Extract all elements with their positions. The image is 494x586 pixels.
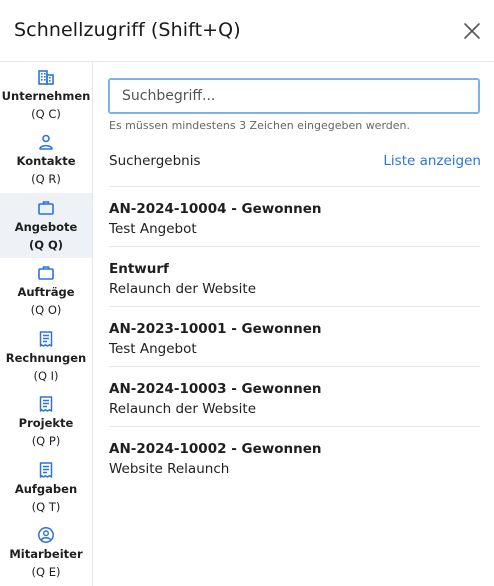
main-panel: Es müssen mindestens 3 Zeichen eingegebe… bbox=[93, 62, 494, 586]
sidebar: Unternehmen (Q C) Kontakte (Q R) Angebot… bbox=[0, 62, 93, 586]
receipt-icon bbox=[39, 331, 53, 347]
sidebar-item-shortcut: (Q Q) bbox=[28, 238, 64, 252]
result-item[interactable]: AN-2024-10003 - Gewonnen Relaunch der We… bbox=[109, 367, 480, 427]
briefcase-icon bbox=[38, 201, 54, 215]
sidebar-item-label: Mitarbeiter bbox=[9, 547, 83, 561]
results-heading: Suchergebnis bbox=[109, 153, 201, 169]
result-subtitle: Website Relaunch bbox=[109, 461, 230, 477]
sidebar-item-shortcut: (Q P) bbox=[31, 434, 61, 448]
sidebar-item-label: Rechnungen bbox=[5, 351, 87, 365]
close-icon[interactable] bbox=[462, 21, 482, 41]
sidebar-item-auftraege[interactable]: Aufträge (Q O) bbox=[0, 258, 92, 323]
results-header: Suchergebnis Liste anzeigen bbox=[109, 151, 481, 183]
sidebar-item-shortcut: (Q O) bbox=[30, 303, 62, 317]
dialog-title: Schnellzugriff (Shift+Q) bbox=[14, 19, 241, 41]
sidebar-item-shortcut: (Q T) bbox=[31, 500, 61, 514]
receipt-icon bbox=[39, 462, 53, 478]
sidebar-item-label: Aufträge bbox=[17, 285, 75, 299]
result-title: AN-2023-10001 - Gewonnen bbox=[109, 321, 322, 337]
result-subtitle: Relaunch der Website bbox=[109, 281, 257, 297]
sidebar-item-mitarbeiter[interactable]: Mitarbeiter (Q E) bbox=[0, 520, 92, 585]
sidebar-item-label: Kontakte bbox=[16, 154, 76, 168]
result-title: Entwurf bbox=[109, 261, 169, 277]
sidebar-item-shortcut: (Q R) bbox=[31, 172, 61, 186]
dialog-header: Schnellzugriff (Shift+Q) bbox=[0, 0, 494, 62]
sidebar-item-unternehmen[interactable]: Unternehmen (Q C) bbox=[0, 62, 92, 127]
sidebar-item-shortcut: (Q I) bbox=[33, 369, 59, 383]
briefcase-icon bbox=[38, 266, 54, 280]
result-item[interactable]: AN-2024-10002 - Gewonnen Website Relaunc… bbox=[109, 427, 480, 487]
result-title: AN-2024-10004 - Gewonnen bbox=[109, 201, 322, 217]
sidebar-item-shortcut: (Q C) bbox=[31, 107, 61, 121]
show-list-link[interactable]: Liste anzeigen bbox=[383, 153, 481, 169]
user-icon bbox=[39, 134, 53, 150]
sidebar-item-label: Unternehmen bbox=[1, 89, 91, 103]
user-circle-icon bbox=[38, 527, 54, 543]
sidebar-item-aufgaben[interactable]: Aufgaben (Q T) bbox=[0, 455, 92, 520]
result-item[interactable]: AN-2023-10001 - Gewonnen Test Angebot bbox=[109, 307, 480, 367]
sidebar-item-projekte[interactable]: Projekte (Q P) bbox=[0, 389, 92, 454]
sidebar-item-label: Angebote bbox=[14, 220, 78, 234]
receipt-icon bbox=[39, 396, 53, 412]
sidebar-item-rechnungen[interactable]: Rechnungen (Q I) bbox=[0, 324, 92, 389]
sidebar-item-label: Aufgaben bbox=[14, 482, 78, 496]
result-subtitle: Test Angebot bbox=[109, 341, 197, 357]
result-item[interactable]: Entwurf Relaunch der Website bbox=[109, 247, 480, 307]
result-title: AN-2024-10003 - Gewonnen bbox=[109, 381, 322, 397]
result-item[interactable]: AN-2024-10004 - Gewonnen Test Angebot bbox=[109, 187, 480, 247]
result-subtitle: Test Angebot bbox=[109, 221, 197, 237]
search-hint: Es müssen mindestens 3 Zeichen eingegebe… bbox=[109, 119, 411, 132]
sidebar-item-kontakte[interactable]: Kontakte (Q R) bbox=[0, 127, 92, 192]
result-title: AN-2024-10002 - Gewonnen bbox=[109, 441, 322, 457]
building-icon bbox=[38, 70, 54, 85]
sidebar-item-angebote[interactable]: Angebote (Q Q) bbox=[0, 193, 92, 258]
sidebar-item-shortcut: (Q E) bbox=[31, 565, 61, 579]
result-subtitle: Relaunch der Website bbox=[109, 401, 257, 417]
search-input[interactable] bbox=[108, 78, 480, 114]
sidebar-item-label: Projekte bbox=[18, 416, 74, 430]
